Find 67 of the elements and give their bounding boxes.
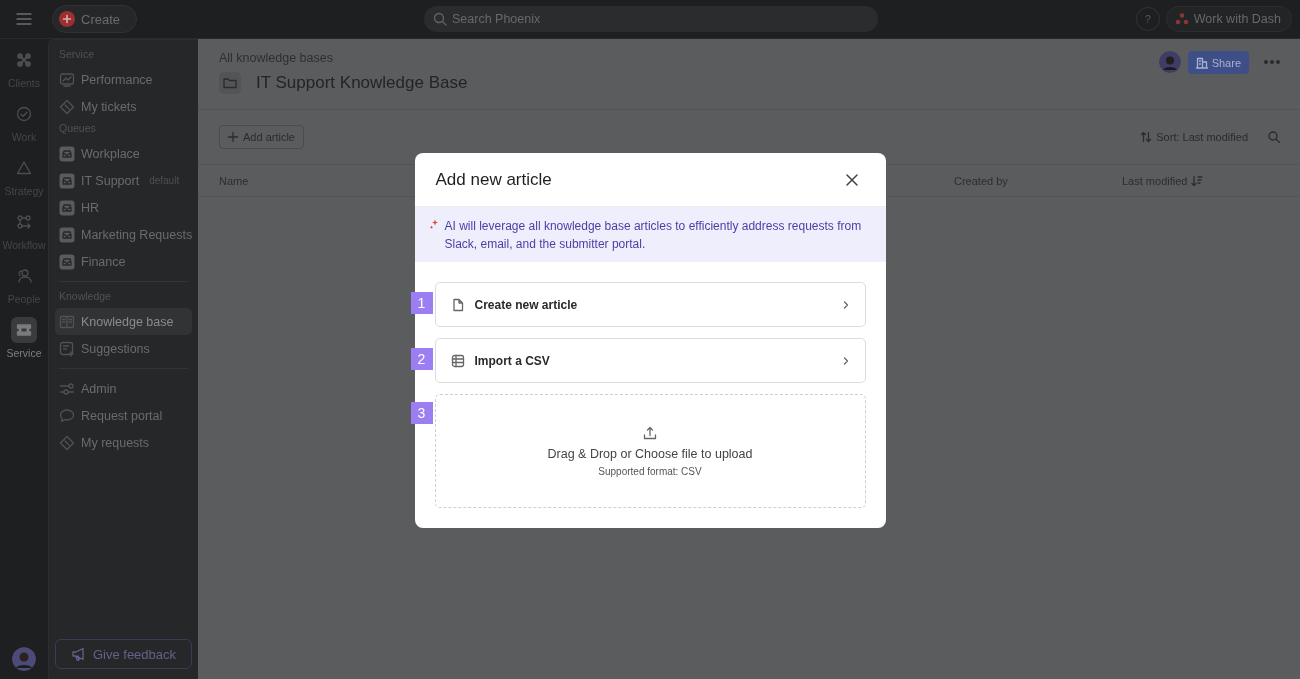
- avatar-icon: [1158, 51, 1181, 73]
- workflow-icon: [16, 214, 32, 230]
- chevron-right-icon: [841, 355, 850, 366]
- menu-icon: [16, 12, 32, 26]
- sidebar-item[interactable]: My requests: [55, 429, 192, 456]
- list-icon: [59, 340, 75, 357]
- megaphone-icon: [70, 646, 87, 662]
- more-icon: [1264, 60, 1280, 64]
- upload-text: Drag & Drop or Choose file to upload: [547, 446, 753, 461]
- inbox-icon: [59, 253, 75, 270]
- upload-area[interactable]: Drag & Drop or Choose file to upload Supported format: CSV: [434, 394, 866, 508]
- selected-tab-background[interactable]: [11, 317, 37, 343]
- search-icon: [1268, 131, 1280, 143]
- share-button[interactable]: Share: [1187, 51, 1249, 74]
- building-icon: [1195, 56, 1208, 69]
- step-number: 1: [410, 292, 433, 314]
- inbox-icon: [59, 172, 75, 189]
- close-icon: [845, 173, 858, 186]
- inbox-icon: [59, 145, 75, 162]
- chat-bubble-icon: [59, 407, 75, 424]
- step-number: 2: [410, 348, 433, 370]
- nav-label[interactable]: Service: [6, 347, 42, 359]
- search-icon: [433, 12, 447, 26]
- feedback-button[interactable]: Give feedback: [55, 639, 192, 669]
- sidebar-item[interactable]: Request portal: [55, 402, 192, 429]
- close-button[interactable]: [843, 171, 860, 188]
- document-icon: [450, 297, 465, 312]
- dots-icon: [1174, 12, 1189, 26]
- book-icon: [59, 313, 75, 330]
- option-button[interactable]: Import a CSV: [434, 338, 866, 383]
- dialog-title: Add new article: [435, 169, 552, 190]
- search-field[interactable]: Search Phoenix: [424, 6, 878, 32]
- triangle-icon: [16, 160, 32, 176]
- inbox-icon: [59, 199, 75, 216]
- chevron-right-icon: [841, 299, 850, 310]
- assistant-button[interactable]: Work with Dash: [1165, 6, 1292, 32]
- sidebar-item[interactable]: Finance: [55, 248, 192, 275]
- create-button[interactable]: Create: [52, 5, 138, 33]
- sidebar-item[interactable]: Suggestions: [55, 335, 192, 362]
- sidebar-item[interactable]: Admin: [55, 375, 192, 402]
- avatar-icon: [12, 647, 36, 671]
- check-circle-icon: [16, 106, 32, 122]
- format-hint: Supported format: CSV: [598, 465, 702, 477]
- upload-icon: [643, 425, 657, 440]
- inbox-icon: [59, 226, 75, 243]
- sort-icon: [1140, 131, 1153, 143]
- sidebar-item[interactable]: Workplace: [55, 140, 192, 167]
- chart-icon: [59, 71, 75, 88]
- sidebar-item[interactable]: Marketing Requests: [55, 221, 192, 248]
- sparkle-icon: [428, 219, 439, 230]
- plus-icon: [59, 11, 75, 27]
- info-text: AI will leverage all knowledge base articles to efficiently address requests from Slack, email, and the submitter portal.: [444, 218, 863, 253]
- option-button[interactable]: Create new article: [434, 282, 866, 327]
- plus-icon: [228, 132, 238, 142]
- sliders-icon: [59, 380, 75, 397]
- sidebar-item[interactable]: Performance: [55, 66, 192, 93]
- sidebar-item[interactable]: HR: [55, 194, 192, 221]
- ticket-icon: [59, 434, 75, 451]
- table-icon: [450, 353, 465, 368]
- sidebar-item[interactable]: My tickets: [55, 93, 192, 120]
- step-number: 3: [410, 402, 433, 424]
- ticket-icon: [16, 322, 32, 338]
- people-icon: [16, 268, 32, 284]
- sidebar-item[interactable]: Knowledge base: [55, 308, 192, 335]
- folder-icon: [219, 72, 241, 94]
- ticket-icon: [59, 98, 75, 115]
- page-title: IT Support Knowledge Base: [256, 73, 468, 93]
